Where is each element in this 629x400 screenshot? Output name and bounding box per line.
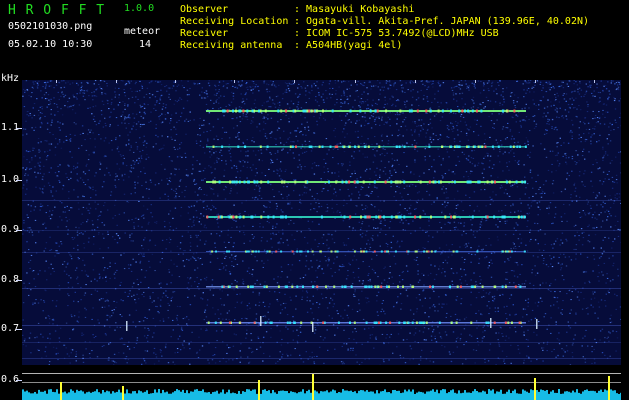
strip-baseline bbox=[22, 373, 621, 374]
time-tick bbox=[56, 80, 57, 83]
filename-label: 0502101030.png bbox=[8, 21, 93, 32]
signal-spike bbox=[122, 386, 124, 400]
time-tick bbox=[355, 80, 356, 83]
time-tick bbox=[175, 80, 176, 83]
time-tick bbox=[116, 80, 117, 83]
signal-spike bbox=[608, 376, 610, 400]
background-trace bbox=[22, 325, 621, 326]
signal-spike bbox=[60, 382, 62, 400]
time-tick bbox=[234, 80, 235, 83]
version-label: 1.0.0 bbox=[124, 3, 155, 14]
observer-value: : Masayuki Kobayashi bbox=[294, 4, 415, 15]
background-trace bbox=[22, 358, 621, 359]
signal-strength-graph bbox=[22, 373, 621, 400]
background-trace bbox=[22, 230, 621, 231]
location-value: : Ogata-vill. Akita-Pref. JAPAN (139.96E… bbox=[294, 16, 590, 27]
spectrogram-display bbox=[22, 80, 621, 365]
signal-spike bbox=[258, 380, 260, 400]
receiver-label: Receiver bbox=[180, 28, 229, 39]
antenna-value: : A504HB(yagi 4el) bbox=[294, 40, 403, 51]
background-trace bbox=[22, 288, 621, 289]
spectrogram-image bbox=[22, 80, 621, 365]
time-tick bbox=[475, 80, 476, 83]
meteor-ping bbox=[536, 319, 538, 329]
time-tick bbox=[535, 80, 536, 83]
meteor-label: meteor bbox=[124, 26, 161, 37]
time-tick bbox=[594, 80, 595, 83]
observer-label: Observer bbox=[180, 4, 229, 15]
signal-strength-strip bbox=[22, 368, 621, 400]
antenna-label: Receiving antenna bbox=[180, 40, 283, 51]
program-name: H R O F F T bbox=[8, 3, 106, 18]
background-trace bbox=[22, 342, 621, 343]
location-label: Receiving Location bbox=[180, 16, 289, 27]
frequency-unit-label: kHz bbox=[1, 73, 20, 84]
signal-spike bbox=[312, 374, 314, 400]
meteor-ping bbox=[260, 316, 262, 326]
time-tick bbox=[294, 80, 295, 83]
meteor-count: 14 bbox=[139, 39, 152, 50]
datetime-label: 05.02.10 10:30 bbox=[8, 39, 93, 50]
signal-spike bbox=[534, 378, 536, 400]
receiver-value: : ICOM IC-575 53.7492(@LCD)MHz USB bbox=[294, 28, 499, 39]
strip-reference-line bbox=[22, 382, 621, 383]
background-trace bbox=[22, 200, 621, 201]
meteor-ping bbox=[490, 318, 492, 328]
meteor-ping bbox=[312, 322, 314, 332]
time-tick bbox=[415, 80, 416, 83]
meteor-ping bbox=[126, 321, 128, 331]
